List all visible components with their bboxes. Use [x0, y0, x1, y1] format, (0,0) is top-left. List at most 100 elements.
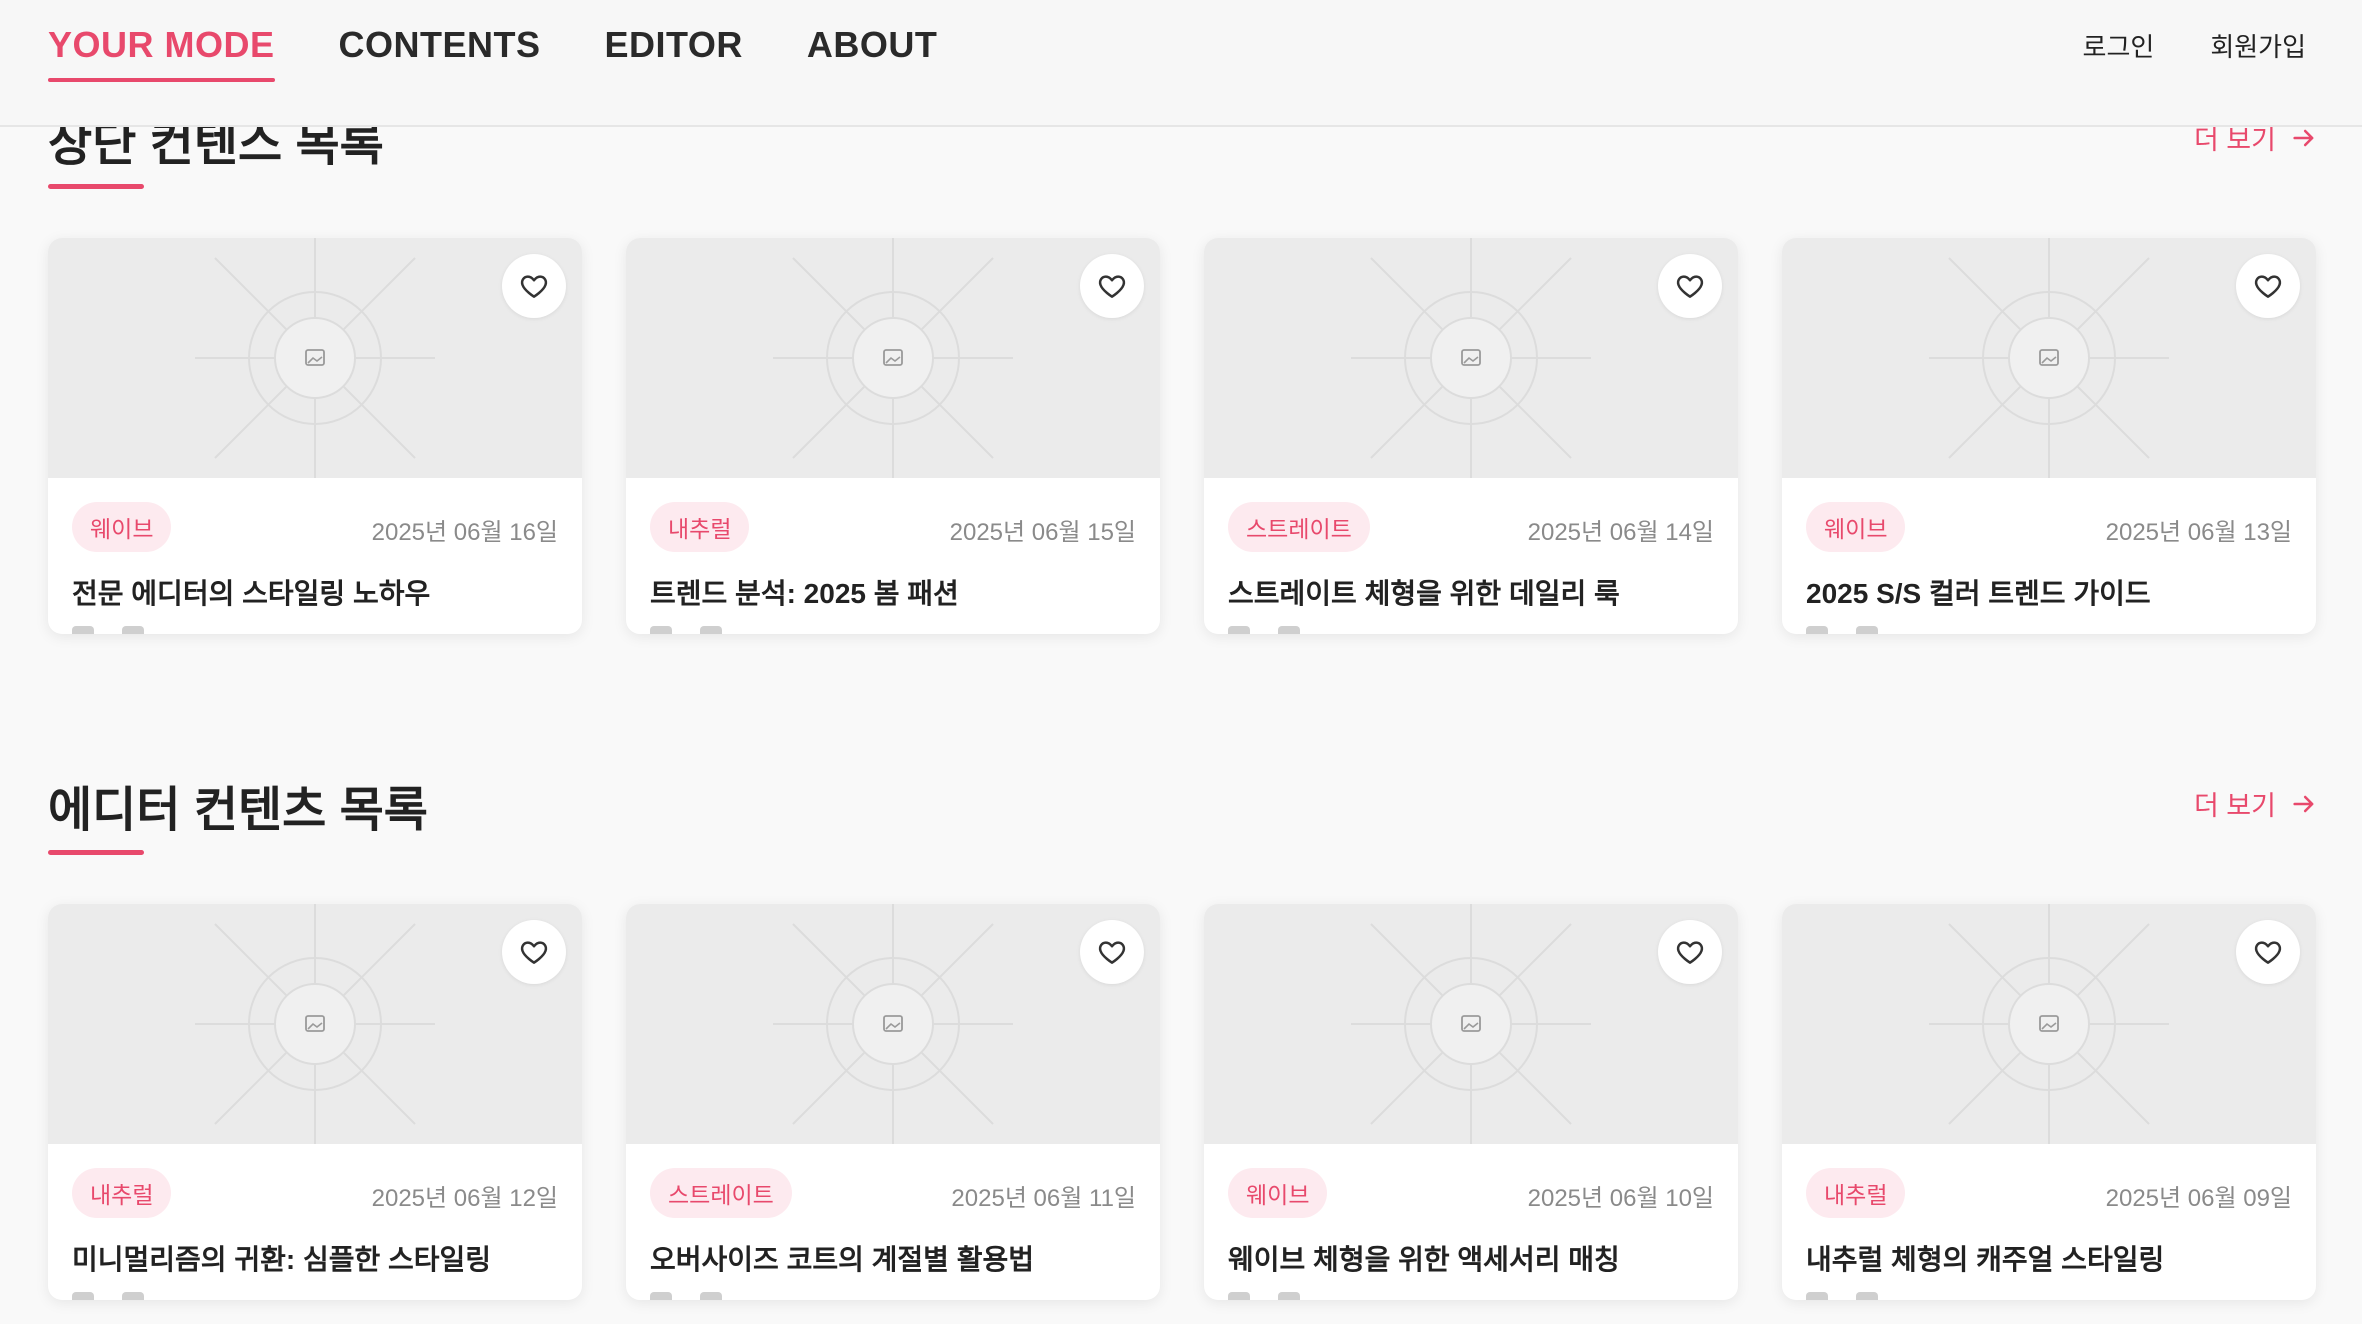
meta-icon	[1228, 626, 1250, 634]
nav-your-mode[interactable]: YOUR MODE	[48, 0, 275, 90]
favorite-button[interactable]	[1658, 254, 1722, 318]
card-thumbnail	[626, 904, 1160, 1144]
image-placeholder-icon	[773, 904, 1013, 1144]
heart-icon	[1098, 941, 1126, 964]
card-meta	[72, 626, 144, 634]
meta-icon	[1278, 626, 1300, 634]
meta-icon	[650, 626, 672, 634]
card-date: 2025년 06월 13일	[2105, 519, 2292, 546]
nav-contents[interactable]: CONTENTS	[339, 0, 541, 90]
content-card[interactable]: 내추럴 2025년 06월 12일미니멀리즘의 귀환: 심플한 스타일링	[48, 904, 582, 1300]
card-date: 2025년 06월 10일	[1527, 1185, 1714, 1212]
card-thumbnail	[48, 904, 582, 1144]
login-link[interactable]: 로그인	[2083, 27, 2155, 64]
arrow-right-icon	[2293, 129, 2314, 146]
main-nav: YOUR MODE CONTENTS EDITOR ABOUT	[48, 0, 1001, 127]
card-thumbnail	[1204, 238, 1738, 478]
card-meta	[1228, 1292, 1300, 1300]
card-date: 2025년 06월 16일	[371, 519, 558, 546]
see-more-link[interactable]: 더 보기	[2194, 784, 2318, 823]
favorite-button[interactable]	[502, 254, 566, 318]
content-card[interactable]: 내추럴 2025년 06월 09일 내추럴 체형의 캐주얼 스타일링	[1782, 904, 2316, 1300]
meta-icon	[700, 626, 722, 634]
card-date: 2025년 06월 14일	[1527, 519, 1714, 546]
card-meta	[650, 626, 722, 634]
heart-icon	[520, 275, 548, 298]
image-placeholder-icon	[1929, 904, 2169, 1144]
image-placeholder-icon	[195, 904, 435, 1144]
card-thumbnail	[48, 238, 582, 478]
card-thumbnail	[1204, 904, 1738, 1144]
favorite-button[interactable]	[1080, 920, 1144, 984]
card-date: 2025년 06월 12일	[371, 1185, 558, 1212]
content-card[interactable]: 웨이브 2025년 06월 10일 웨이브 체형을 위한 액세서리 매칭	[1204, 904, 1738, 1300]
favorite-button[interactable]	[2236, 254, 2300, 318]
card-list: 내추럴 2025년 06월 12일미니멀리즘의 귀환: 심플한 스타일링 스트레이트…	[48, 904, 2318, 1304]
favorite-button[interactable]	[502, 920, 566, 984]
heart-icon	[1676, 941, 1704, 964]
card-date: 2025년 06월 11일	[951, 1185, 1136, 1212]
body-type-tag: 웨이브	[1806, 502, 1906, 552]
heart-icon	[2254, 941, 2282, 964]
section-title-underline	[48, 850, 144, 855]
card-date: 2025년 06월 09일	[2105, 1185, 2292, 1212]
card-thumbnail	[1782, 238, 2316, 478]
card-title: 웨이브 체형을 위한 액세서리 매칭	[1228, 1244, 1620, 1275]
meta-icon	[72, 626, 94, 634]
arrow-right-icon	[2293, 795, 2314, 812]
meta-icon	[1228, 1292, 1250, 1300]
meta-icon	[700, 1292, 722, 1300]
card-thumbnail	[626, 238, 1160, 478]
content-card[interactable]: 웨이브 2025년 06월 16일전문 에디터의 스타일링 노하우	[48, 238, 582, 634]
top-header: YOUR MODE CONTENTS EDITOR ABOUT 로그인 회원가입	[0, 0, 2362, 127]
meta-icon	[122, 1292, 144, 1300]
body-type-tag: 내추럴	[1806, 1168, 1906, 1218]
see-more-label: 더 보기	[2193, 791, 2276, 821]
meta-icon	[1806, 626, 1828, 634]
auth-links: 로그인 회원가입	[2027, 0, 2306, 90]
favorite-button[interactable]	[2236, 920, 2300, 984]
card-list: 웨이브 2025년 06월 16일 전문 에디터의 스타일링 노하우 내추럴 2025년…	[48, 238, 2318, 638]
nav-about[interactable]: ABOUT	[807, 0, 938, 90]
section-title-underline	[48, 184, 144, 189]
content-card[interactable]: 내추럴 2025년 06월 15일 트렌드 분석: 2025 봄 패션	[626, 238, 1160, 634]
heart-icon	[2254, 275, 2282, 298]
body-type-tag: 내추럴	[72, 1168, 172, 1218]
card-thumbnail	[1782, 904, 2316, 1144]
meta-icon	[72, 1292, 94, 1300]
favorite-button[interactable]	[1080, 254, 1144, 318]
card-title: 트렌드 분석: 2025 봄 패션	[650, 578, 959, 609]
body-type-tag: 웨이브	[72, 502, 172, 552]
meta-icon	[1856, 1292, 1878, 1300]
heart-icon	[1676, 275, 1704, 298]
card-meta	[1806, 1292, 1878, 1300]
content-card[interactable]: 스트레이트 2025년 06월 14일 스트레이트 체형을 위한 데일리 룩	[1204, 238, 1738, 634]
meta-icon	[1278, 1292, 1300, 1300]
content-card[interactable]: 스트레이트 2025년 06월 11일오버사이즈 코트의 계절별 활용법	[626, 904, 1160, 1300]
card-title: 스트레이트 체형을 위한 데일리 룩	[1228, 578, 1620, 609]
nav-editor[interactable]: EDITOR	[605, 0, 743, 90]
favorite-button[interactable]	[1658, 920, 1722, 984]
card-date: 2025년 06월 15일	[949, 519, 1136, 546]
card-title: 오버사이즈 코트의 계절별 활용법	[650, 1244, 1034, 1275]
body-type-tag: 스트레이트	[650, 1168, 792, 1218]
meta-icon	[1856, 626, 1878, 634]
card-meta	[1806, 626, 1878, 634]
card-title: 미니멀리즘의 귀환: 심플한 스타일링	[72, 1244, 492, 1275]
card-meta	[650, 1292, 722, 1300]
meta-icon	[1806, 1292, 1828, 1300]
card-meta	[72, 1292, 144, 1300]
meta-icon	[650, 1292, 672, 1300]
heart-icon	[1098, 275, 1126, 298]
card-meta	[1228, 626, 1300, 634]
image-placeholder-icon	[1929, 238, 2169, 478]
section-title: 에디터 컨텐츠 목록	[48, 784, 428, 837]
image-placeholder-icon	[773, 238, 1013, 478]
image-placeholder-icon	[195, 238, 435, 478]
content-card[interactable]: 웨이브 2025년 06월 13일 2025 S/S 컬러 트렌드 가이드	[1782, 238, 2316, 634]
image-placeholder-icon	[1351, 238, 1591, 478]
card-title: 전문 에디터의 스타일링 노하우	[72, 578, 431, 609]
image-placeholder-icon	[1351, 904, 1591, 1144]
signup-link[interactable]: 회원가입	[2210, 27, 2306, 64]
heart-icon	[520, 941, 548, 964]
